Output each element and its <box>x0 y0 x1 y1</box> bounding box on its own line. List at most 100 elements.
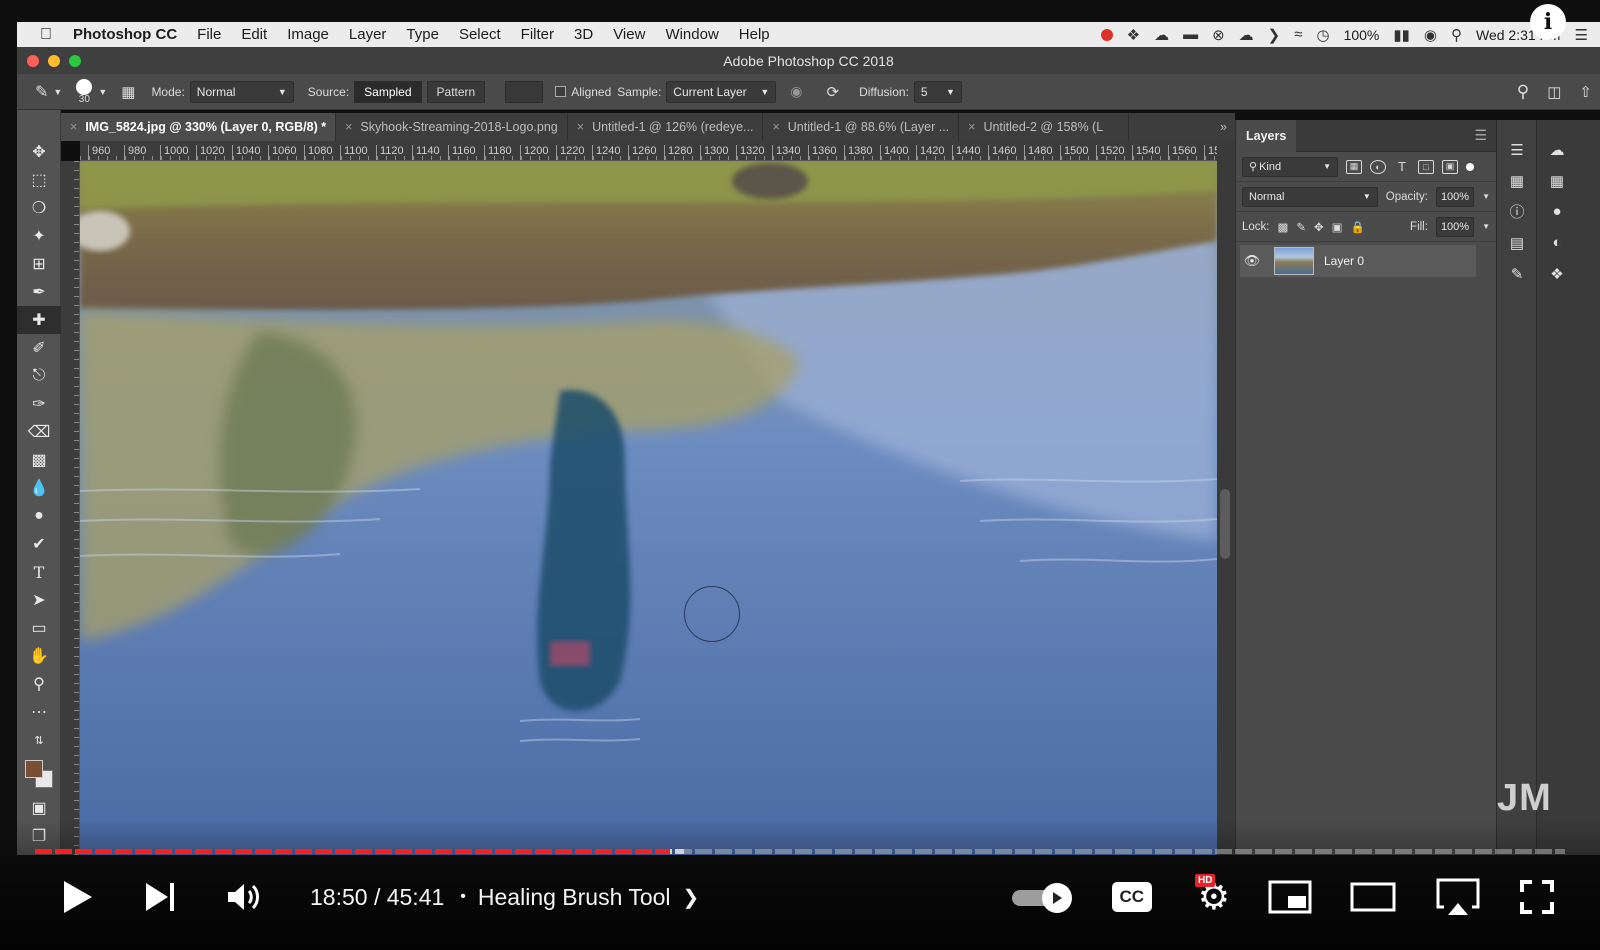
menu-3d[interactable]: 3D <box>564 26 603 43</box>
close-tab-icon[interactable]: × <box>577 120 584 134</box>
tab-img-5824[interactable]: × IMG_5824.jpg @ 330% (Layer 0, RGB/8) * <box>61 113 337 141</box>
libraries-panel-icon[interactable]: ▦ <box>1497 165 1537 196</box>
info-panel-icon[interactable]: ⓘ <box>1497 196 1537 227</box>
history-panel-icon[interactable]: ☰ <box>1497 134 1537 165</box>
workspace-icon[interactable]: ◫ <box>1547 83 1561 101</box>
play-button[interactable] <box>62 879 94 915</box>
next-button[interactable] <box>144 881 176 913</box>
lock-all-icon[interactable]: 🔒 <box>1351 220 1365 234</box>
tab-layers[interactable]: Layers <box>1236 119 1297 152</box>
lock-image-icon[interactable]: ✎ <box>1296 220 1306 234</box>
quick-selection-tool-icon[interactable]: ✦ <box>17 222 61 250</box>
chevron-down-icon[interactable]: ▼ <box>1482 222 1490 231</box>
lock-artboard-icon[interactable]: ▣ <box>1332 220 1343 234</box>
more-tabs-icon[interactable]: » <box>1212 113 1235 141</box>
menu-select[interactable]: Select <box>449 26 511 43</box>
menu-image[interactable]: Image <box>277 26 339 43</box>
menu-layer[interactable]: Layer <box>339 26 397 43</box>
blur-tool-icon[interactable]: 💧 <box>17 474 61 502</box>
tab-untitled-1-88[interactable]: × Untitled-1 @ 88.6% (Layer ... <box>763 113 960 141</box>
creative-cloud-icon[interactable]: ☁ <box>1239 26 1254 44</box>
foreground-color-swatch[interactable] <box>25 760 43 778</box>
share-icon[interactable]: ⇧ <box>1579 83 1592 101</box>
quick-mask-icon[interactable]: ▣ <box>17 794 61 822</box>
type-tool-icon[interactable]: T <box>17 558 61 586</box>
video-progress-bar[interactable] <box>35 849 1565 854</box>
tab-untitled-1-126[interactable]: × Untitled-1 @ 126% (redeye... <box>568 113 764 141</box>
miniplayer-button[interactable] <box>1268 880 1312 914</box>
document-canvas[interactable] <box>80 161 1217 855</box>
notes-panel-icon[interactable]: ✎ <box>1497 258 1537 289</box>
swatches-panel-icon[interactable]: ▦ <box>1537 165 1577 196</box>
cast-button[interactable] <box>1434 877 1482 917</box>
battery-icon[interactable]: ▮▮ <box>1393 26 1410 44</box>
minus-icon[interactable]: ▬ <box>1183 26 1198 43</box>
filter-type-icon[interactable]: T <box>1394 159 1410 174</box>
menu-filter[interactable]: Filter <box>511 26 564 43</box>
panel-menu-icon[interactable]: ☰ <box>1474 127 1487 144</box>
minimize-window-button[interactable] <box>48 55 60 67</box>
wifi-icon[interactable]: ≈ <box>1294 26 1302 43</box>
chevron-down-icon[interactable]: ▼ <box>53 87 62 97</box>
dropbox-icon[interactable]: ❖ <box>1127 26 1140 44</box>
properties-panel-icon[interactable]: ▤ <box>1497 227 1537 258</box>
layer-row-layer-0[interactable]: 👁 Layer 0 <box>1240 245 1476 277</box>
move-tool-icon[interactable]: ✥ <box>17 138 61 166</box>
pattern-picker[interactable] <box>505 80 544 103</box>
visibility-eye-icon[interactable]: 👁 <box>1240 253 1264 269</box>
menu-view[interactable]: View <box>603 26 655 43</box>
opacity-field[interactable]: 100% <box>1435 186 1475 207</box>
filter-adjustment-icon[interactable]: ◐ <box>1370 159 1386 174</box>
brush-settings-icon[interactable]: ▦ <box>121 83 135 101</box>
captions-button[interactable]: CC <box>1111 882 1152 912</box>
pen-tool-icon[interactable]: ✔ <box>17 530 61 558</box>
chapter-button[interactable]: • Healing Brush Tool ❯ <box>460 884 699 911</box>
eyedropper-tool-icon[interactable]: ✒ <box>17 278 61 306</box>
scrollbar-thumb[interactable] <box>1220 489 1230 559</box>
menu-type[interactable]: Type <box>396 26 449 43</box>
menu-file[interactable]: File <box>187 26 231 43</box>
brush-size-picker[interactable]: 30 <box>76 78 93 105</box>
info-icon[interactable]: i <box>1530 4 1566 40</box>
path-selection-tool-icon[interactable]: ➤ <box>17 586 61 614</box>
notification-center-icon[interactable]: ☰ <box>1575 26 1588 44</box>
lock-position-icon[interactable]: ✥ <box>1314 220 1324 234</box>
menu-window[interactable]: Window <box>655 26 728 43</box>
channels-panel-icon[interactable]: ☁ <box>1537 134 1577 165</box>
ignore-adjustment-layers-icon[interactable]: ◉ <box>790 83 802 100</box>
close-tab-icon[interactable]: × <box>968 120 975 134</box>
edit-toolbar-icon[interactable]: ⋯ <box>17 698 61 726</box>
rectangle-tool-icon[interactable]: ▭ <box>17 614 61 642</box>
crop-tool-icon[interactable]: ⊞ <box>17 250 61 278</box>
close-tab-icon[interactable]: × <box>70 120 77 134</box>
menu-edit[interactable]: Edit <box>231 26 277 43</box>
lasso-tool-icon[interactable]: ❍ <box>17 194 61 222</box>
fullscreen-button[interactable] <box>1520 880 1554 914</box>
brush-tool-icon[interactable]: ✐ <box>17 334 61 362</box>
lock-transparent-icon[interactable]: ▩ <box>1278 220 1289 234</box>
aligned-checkbox[interactable] <box>555 86 567 97</box>
pressure-size-icon[interactable]: ⟳ <box>827 83 840 101</box>
tab-skyhook-logo[interactable]: × Skyhook-Streaming-2018-Logo.png <box>336 113 568 141</box>
filter-toggle-icon[interactable] <box>1466 162 1474 171</box>
canvas-vertical-scrollbar[interactable] <box>1217 141 1235 855</box>
tab-untitled-2[interactable]: × Untitled-2 @ 158% (L <box>959 113 1130 141</box>
diffusion-select[interactable]: 5 ▼ <box>913 80 962 103</box>
chevron-down-icon[interactable]: ▼ <box>98 87 107 97</box>
menu-help[interactable]: Help <box>729 26 780 43</box>
swap-colors-icon[interactable]: ⇅ <box>17 726 61 754</box>
close-window-button[interactable] <box>27 55 39 67</box>
blend-mode-select[interactable]: Normal ▼ <box>1242 186 1378 207</box>
healing-brush-preset-icon[interactable]: ✎ <box>35 82 48 102</box>
recording-icon[interactable] <box>1100 28 1113 41</box>
theater-mode-button[interactable] <box>1350 882 1396 912</box>
zoom-window-button[interactable] <box>69 55 81 67</box>
chevron-right-icon[interactable]: ❯ <box>1268 26 1281 44</box>
chevron-down-icon[interactable]: ▼ <box>1482 192 1490 201</box>
healing-brush-tool-icon[interactable]: ✚ <box>17 306 61 334</box>
cloud-sync-icon[interactable]: ☁ <box>1154 26 1169 44</box>
sample-select[interactable]: Current Layer ▼ <box>666 80 777 103</box>
paths-panel-icon[interactable]: ❖ <box>1537 258 1577 289</box>
search-icon[interactable]: ⚲ <box>1517 82 1529 102</box>
gradient-tool-icon[interactable]: ▩ <box>17 446 61 474</box>
